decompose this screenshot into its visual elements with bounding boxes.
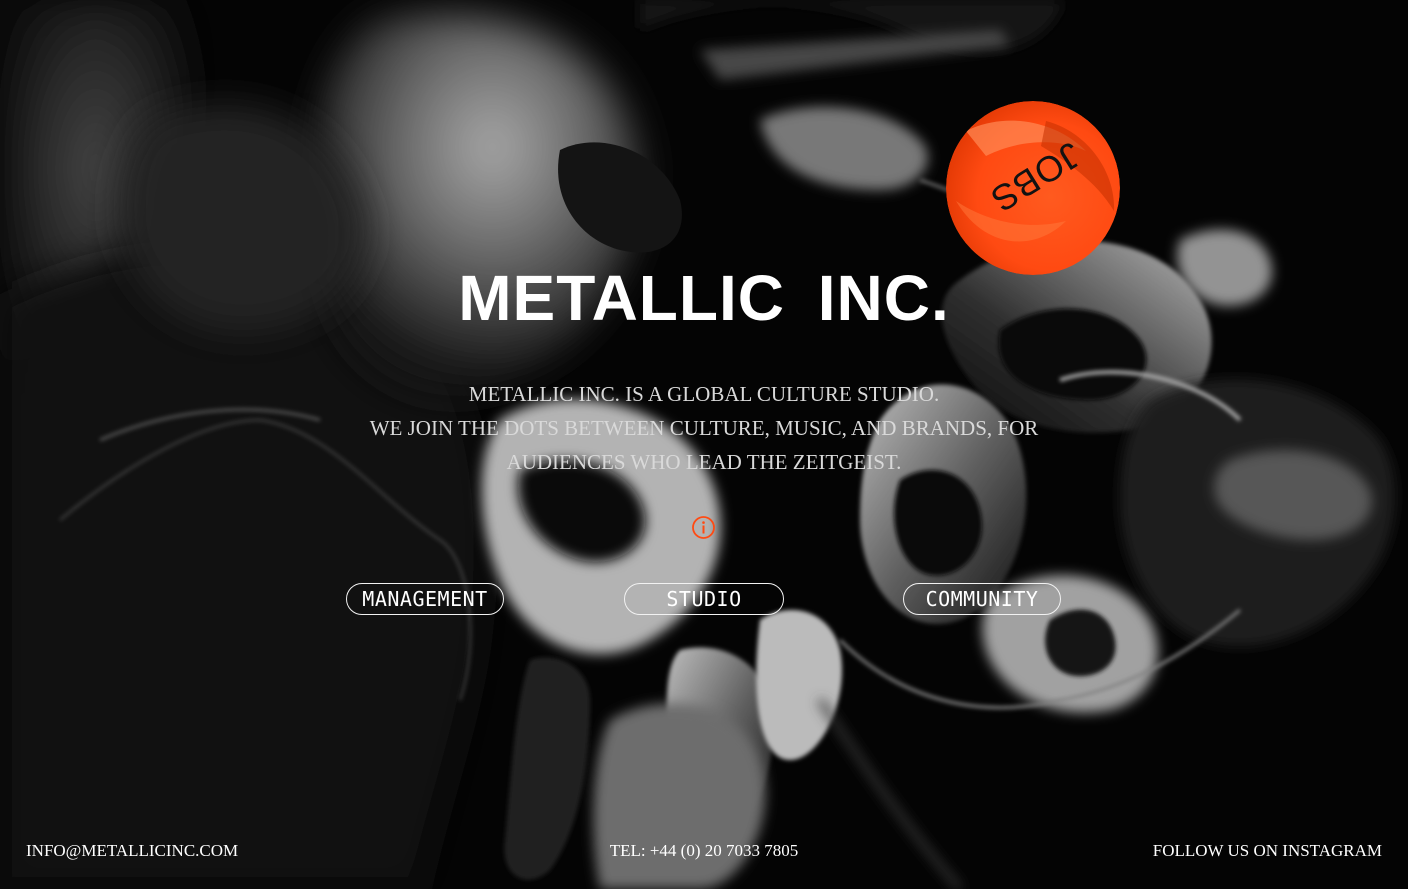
hero-description: METALLIC INC. IS A GLOBAL CULTURE STUDIO… xyxy=(330,377,1078,479)
page-title: METALLIC INC. xyxy=(458,262,950,334)
hero-description-line: METALLIC INC. IS A GLOBAL CULTURE STUDIO… xyxy=(468,382,940,406)
email-link[interactable]: INFO@METALLICINC.COM xyxy=(26,840,238,862)
info-circle-icon[interactable] xyxy=(691,515,716,540)
instagram-link[interactable]: FOLLOW US ON INSTAGRAM xyxy=(1153,840,1382,862)
page: JOBS METALLIC INC. METALLIC INC. IS A GL… xyxy=(0,0,1408,889)
management-nav-button[interactable]: MANAGEMENT xyxy=(346,583,504,615)
hero-description-line: AUDIENCES WHO LEAD THE ZEITGEIST. xyxy=(506,450,902,474)
community-nav-button[interactable]: COMMUNITY xyxy=(903,583,1061,615)
hero-description-line: WE JOIN THE DOTS BETWEEN CULTURE, MUSIC,… xyxy=(369,416,1039,440)
phone-link[interactable]: TEL: +44 (0) 20 7033 7805 xyxy=(610,841,799,860)
studio-nav-button[interactable]: STUDIO xyxy=(624,583,784,615)
jobs-badge-button[interactable]: JOBS xyxy=(946,101,1120,275)
